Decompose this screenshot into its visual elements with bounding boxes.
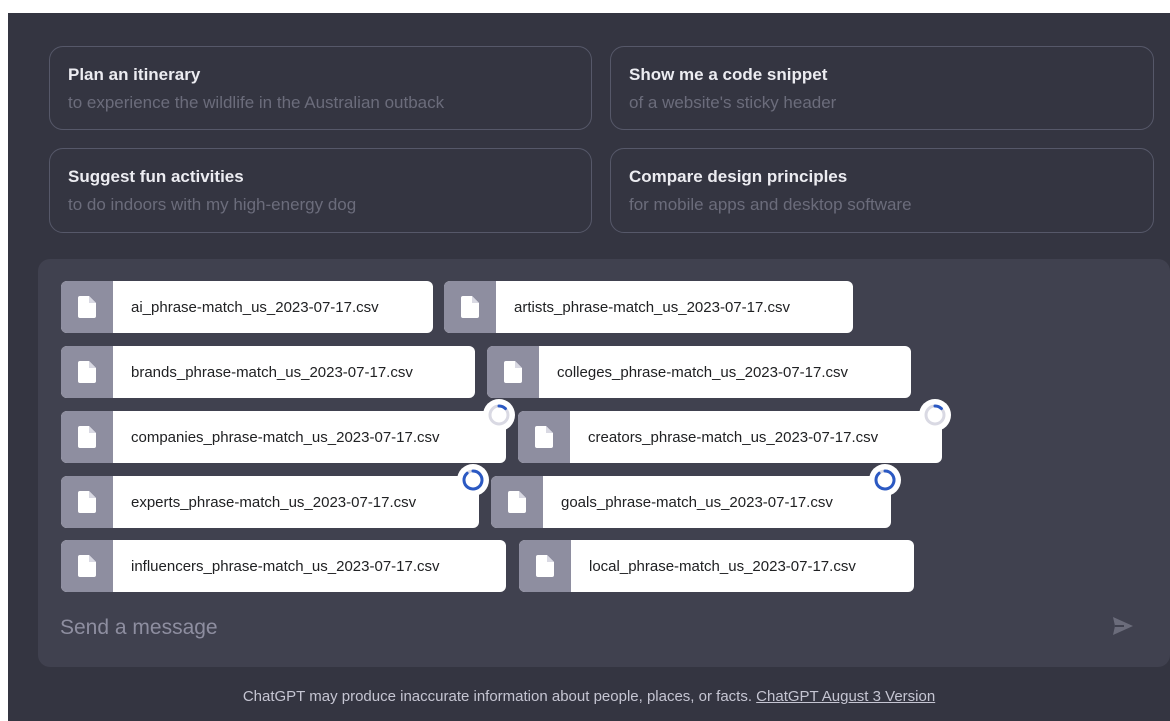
file-name: local_phrase-match_us_2023-07-17.csv bbox=[589, 557, 856, 575]
file-chip[interactable]: colleges_phrase-match_us_2023-07-17.csv bbox=[487, 346, 911, 398]
message-input[interactable]: Send a message bbox=[60, 616, 218, 640]
suggestion-title: Plan an itinerary bbox=[68, 65, 201, 84]
file-name: goals_phrase-match_us_2023-07-17.csv bbox=[561, 493, 833, 511]
file-name: brands_phrase-match_us_2023-07-17.csv bbox=[131, 363, 413, 381]
file-icon bbox=[61, 540, 113, 592]
file-icon bbox=[444, 281, 496, 333]
footer-disclaimer: ChatGPT may produce inaccurate informati… bbox=[8, 688, 1170, 705]
upload-progress-spinner bbox=[483, 399, 515, 431]
file-chip[interactable]: creators_phrase-match_us_2023-07-17.csv bbox=[518, 411, 942, 463]
file-chip[interactable]: brands_phrase-match_us_2023-07-17.csv bbox=[61, 346, 475, 398]
suggestion-code-snippet[interactable]: Show me a code snippet of a website's st… bbox=[610, 46, 1154, 130]
file-icon bbox=[61, 281, 113, 333]
upload-progress-spinner bbox=[457, 464, 489, 496]
disclaimer-text: ChatGPT may produce inaccurate informati… bbox=[242, 688, 752, 705]
file-name: creators_phrase-match_us_2023-07-17.csv bbox=[588, 428, 879, 446]
file-icon bbox=[491, 476, 543, 528]
file-icon bbox=[61, 476, 113, 528]
file-chip[interactable]: artists_phrase-match_us_2023-07-17.csv bbox=[444, 281, 853, 333]
upload-progress-spinner bbox=[869, 464, 901, 496]
send-button[interactable] bbox=[1108, 613, 1138, 643]
file-name: experts_phrase-match_us_2023-07-17.csv bbox=[131, 493, 417, 511]
file-name: companies_phrase-match_us_2023-07-17.csv bbox=[131, 428, 440, 446]
file-icon bbox=[519, 540, 571, 592]
file-icon bbox=[61, 411, 113, 463]
suggestion-fun-activities[interactable]: Suggest fun activities to do indoors wit… bbox=[49, 148, 592, 233]
chat-main: Plan an itinerary to experience the wild… bbox=[8, 13, 1170, 721]
suggestion-title: Show me a code snippet bbox=[629, 65, 828, 84]
suggestion-title: Suggest fun activities bbox=[68, 167, 244, 186]
file-chip[interactable]: goals_phrase-match_us_2023-07-17.csv bbox=[491, 476, 891, 528]
suggestion-title: Compare design principles bbox=[629, 167, 848, 186]
file-name: influencers_phrase-match_us_2023-07-17.c… bbox=[131, 557, 440, 575]
suggestion-subtitle: to experience the wildlife in the Austra… bbox=[68, 93, 445, 112]
file-chip[interactable]: experts_phrase-match_us_2023-07-17.csv bbox=[61, 476, 479, 528]
suggestion-subtitle: for mobile apps and desktop software bbox=[629, 195, 912, 214]
file-icon bbox=[61, 346, 113, 398]
file-chip[interactable]: companies_phrase-match_us_2023-07-17.csv bbox=[61, 411, 506, 463]
file-chip[interactable]: local_phrase-match_us_2023-07-17.csv bbox=[519, 540, 914, 592]
suggestion-design-principles[interactable]: Compare design principles for mobile app… bbox=[610, 148, 1154, 233]
message-composer: ai_phrase-match_us_2023-07-17.csv artist… bbox=[38, 259, 1170, 667]
suggestion-plan-itinerary[interactable]: Plan an itinerary to experience the wild… bbox=[49, 46, 592, 130]
file-icon bbox=[518, 411, 570, 463]
send-icon bbox=[1112, 616, 1134, 641]
file-name: colleges_phrase-match_us_2023-07-17.csv bbox=[557, 363, 849, 381]
file-icon bbox=[487, 346, 539, 398]
suggestion-subtitle: of a website's sticky header bbox=[629, 93, 837, 112]
version-link[interactable]: ChatGPT August 3 Version bbox=[756, 688, 935, 705]
suggestion-subtitle: to do indoors with my high-energy dog bbox=[68, 195, 357, 214]
file-name: artists_phrase-match_us_2023-07-17.csv bbox=[514, 298, 790, 316]
upload-progress-spinner bbox=[919, 399, 951, 431]
file-chip[interactable]: influencers_phrase-match_us_2023-07-17.c… bbox=[61, 540, 506, 592]
file-name: ai_phrase-match_us_2023-07-17.csv bbox=[131, 298, 379, 316]
file-chip[interactable]: ai_phrase-match_us_2023-07-17.csv bbox=[61, 281, 433, 333]
